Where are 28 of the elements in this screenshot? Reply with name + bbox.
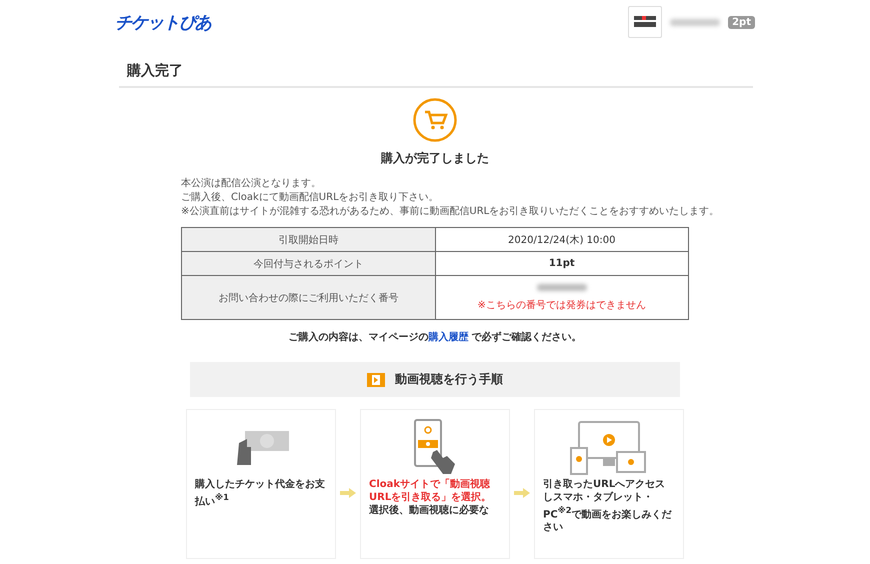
notice-text: ご購入後、Cloakにて動画配信URLをお引き取り下さい。 xyxy=(181,191,439,205)
table-value-cell: 2020/12/24(木) 10:00 xyxy=(435,228,688,252)
step-text: 購入したチケット代金をお支払い$^{※1}$ xyxy=(195,478,326,508)
step-text: 引き取ったURLへアクセスしスマホ・タブレット・PC$^{※2}$で動画をお楽しみください xyxy=(543,478,673,534)
video-icon xyxy=(367,372,385,386)
steps-title: 動画視聴を行う手順 xyxy=(395,371,503,388)
completion-heading: 購入が完了しました xyxy=(381,150,489,167)
redacted-user-name xyxy=(670,18,720,26)
purchase-history-link[interactable]: 購入履歴 xyxy=(428,332,468,343)
notice-text: ※公演直前はサイトが混雑する恐れがあるため、事前に動画配信URLをお引き取りいただくことをおすすめいたします。 xyxy=(181,205,720,219)
notice-text: 本公演は配信公演となります。 xyxy=(181,177,321,191)
warning-text: ※こちらの番号では発券はできません xyxy=(476,298,647,312)
badge-icon xyxy=(628,6,662,38)
site-logo[interactable]: チケットぴあ xyxy=(115,10,211,34)
page-title: 購入完了 xyxy=(127,62,184,80)
table-label-cell: お問い合わせの際にご利用いただく番号 xyxy=(182,276,435,320)
table-value-cell: 11pt xyxy=(435,252,688,276)
confirmation-text: ご購入の内容は、マイページの購入履歴 で必ずご確認ください。 xyxy=(288,330,582,344)
arrow-icon xyxy=(514,488,530,498)
cart-icon xyxy=(413,98,457,142)
arrow-icon xyxy=(340,488,356,498)
table-label-cell: 引取開始日時 xyxy=(182,228,435,252)
step-text: 選択後、動画視聴に必要な xyxy=(369,504,490,517)
points-badge: 2pt xyxy=(728,16,755,28)
devices-icon xyxy=(569,420,649,476)
step-text: Cloakサイトで「動画視聴URLを引き取る」を選択。 xyxy=(369,478,492,504)
redacted-number xyxy=(536,284,587,291)
table-label-cell: 今回付与されるポイント xyxy=(182,252,435,276)
